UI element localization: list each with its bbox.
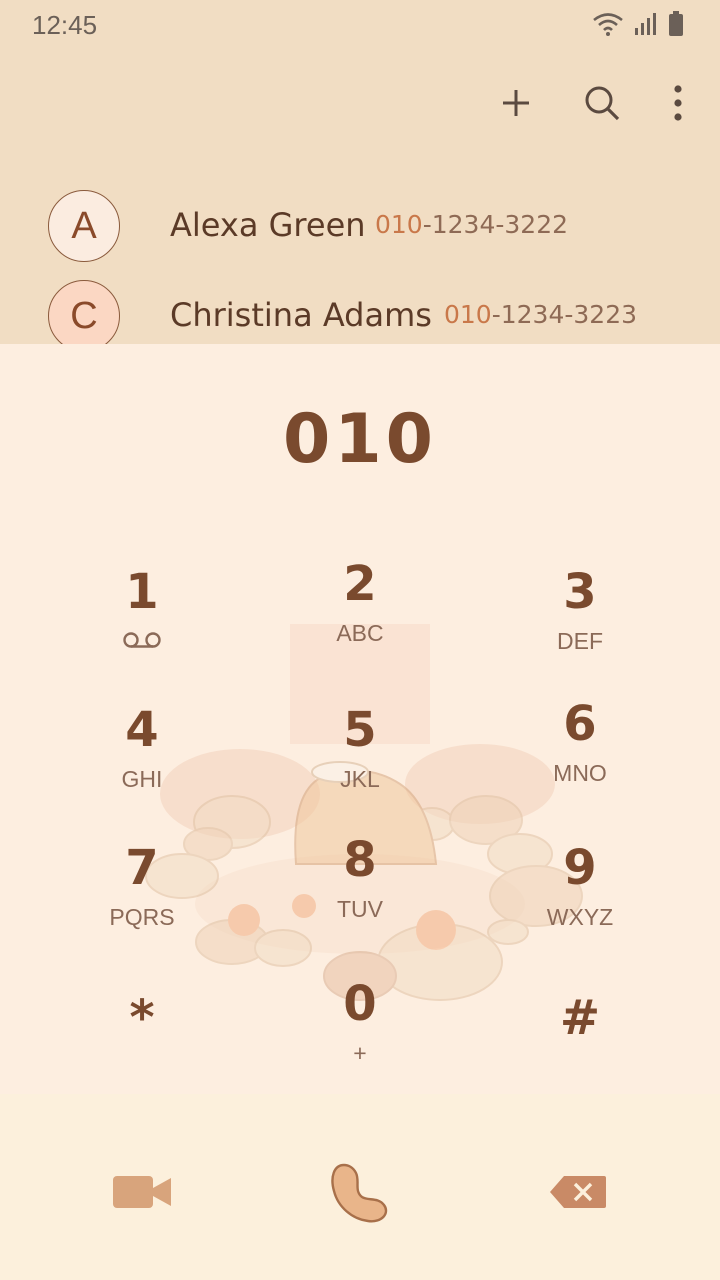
key-digit: 6: [563, 696, 597, 752]
key-letters: ABC: [336, 620, 384, 646]
contact-suggestion[interactable]: A Alexa Green 010-1234-3222: [0, 190, 720, 280]
key-letters: +: [353, 1040, 367, 1066]
call-icon: [328, 1159, 392, 1230]
key-digit: 0: [343, 976, 377, 1032]
key-digit: 4: [125, 702, 159, 758]
key-letters: DEF: [557, 628, 603, 654]
key-star[interactable]: *: [42, 990, 242, 1094]
key-3[interactable]: 3 DEF: [480, 564, 680, 684]
key-digit: 5: [343, 702, 377, 758]
key-9[interactable]: 9 WXYZ: [480, 840, 680, 960]
contact-number: 010-1234-3223: [444, 300, 637, 329]
contact-number: 010-1234-3222: [375, 210, 568, 239]
signal-icon: [634, 12, 658, 36]
video-call-icon: [111, 1172, 173, 1217]
contact-name: Alexa Green: [170, 206, 366, 244]
number-match: 010: [444, 300, 492, 329]
wifi-icon: [592, 11, 624, 37]
dialpad-area: 010 1 2 ABC 3 DEF 4 GHI 5 JKL 6 MNO 7 PQ…: [0, 344, 720, 1094]
key-digit: #: [559, 990, 601, 1046]
status-time: 12:45: [32, 10, 98, 40]
battery-icon: [668, 11, 684, 37]
key-letters: WXYZ: [546, 904, 614, 930]
key-5[interactable]: 5 JKL: [260, 702, 460, 822]
more-vert-icon: [673, 84, 683, 126]
key-4[interactable]: 4 GHI: [42, 702, 242, 822]
key-letters: TUV: [337, 896, 383, 922]
avatar: A: [48, 190, 120, 262]
add-contact-button[interactable]: [494, 83, 538, 127]
bottom-bar: [0, 1094, 720, 1280]
call-button[interactable]: [310, 1154, 410, 1234]
key-letters: JKL: [340, 766, 380, 792]
backspace-button[interactable]: [528, 1154, 628, 1234]
key-letters: MNO: [553, 760, 607, 786]
key-digit: 2: [343, 556, 377, 612]
key-1[interactable]: 1: [42, 564, 242, 684]
more-options-button[interactable]: [666, 83, 690, 127]
status-icons: [592, 10, 684, 38]
avatar: C: [48, 280, 120, 352]
key-0[interactable]: 0 +: [260, 976, 460, 1094]
key-digit: *: [129, 990, 155, 1046]
contact-name: Christina Adams: [170, 296, 432, 334]
key-letters: GHI: [121, 766, 163, 792]
top-section: 12:45 A Alexa Green 010-1234-3222 C Chri…: [0, 0, 720, 352]
key-hash[interactable]: #: [480, 990, 680, 1094]
number-match: 010: [375, 210, 423, 239]
key-digit: 1: [125, 564, 159, 620]
key-8[interactable]: 8 TUV: [260, 832, 460, 952]
dialed-number: 010: [283, 400, 437, 479]
number-rest: -1234-3223: [491, 300, 638, 329]
key-digit: 8: [343, 832, 377, 888]
status-bar: 12:45: [0, 0, 720, 50]
key-2[interactable]: 2 ABC: [260, 556, 460, 676]
key-letters: PQRS: [109, 904, 175, 930]
key-7[interactable]: 7 PQRS: [42, 840, 242, 960]
video-call-button[interactable]: [92, 1154, 192, 1234]
key-digit: 9: [563, 840, 597, 896]
key-digit: 7: [125, 840, 159, 896]
voicemail-icon: [42, 630, 242, 655]
plus-icon: [499, 86, 533, 125]
action-bar: [494, 80, 690, 130]
search-button[interactable]: [580, 83, 624, 127]
key-6[interactable]: 6 MNO: [480, 696, 680, 816]
key-digit: 3: [563, 564, 597, 620]
backspace-icon: [548, 1174, 608, 1215]
number-rest: -1234-3222: [422, 210, 569, 239]
search-icon: [582, 83, 622, 128]
